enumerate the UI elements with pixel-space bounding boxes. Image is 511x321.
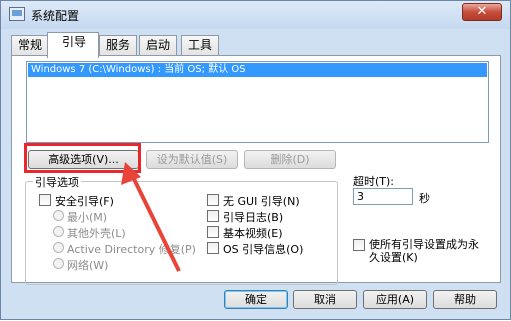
delete-button[interactable]: 删除(D) [244, 150, 336, 169]
tab-tools[interactable]: 工具 [181, 35, 220, 56]
no-gui-boot-label: 无 GUI 引导(N) [223, 195, 300, 208]
system-config-window: 系统配置 ✕ 常规 引导 服务 启动 工具 Windows 7 (C:\Wind… [0, 0, 511, 320]
safe-boot-checkbox[interactable] [39, 194, 51, 206]
make-permanent-checkbox[interactable] [353, 239, 365, 251]
network-radio[interactable] [53, 258, 64, 269]
set-default-button[interactable]: 设为默认值(S) [146, 150, 238, 169]
tab-general[interactable]: 常规 [11, 35, 50, 56]
boot-options-group-label: 引导选项 [33, 174, 81, 190]
os-list-item[interactable]: Windows 7 (C:\Windows) : 当前 OS; 默认 OS [28, 63, 487, 77]
os-boot-info-label: OS 引导信息(O) [223, 243, 304, 256]
base-video-checkbox[interactable] [207, 226, 219, 238]
boot-log-checkbox[interactable] [207, 210, 219, 222]
os-list[interactable]: Windows 7 (C:\Windows) : 当前 OS; 默认 OS [26, 61, 489, 143]
base-video-label: 基本视频(E) [223, 227, 283, 240]
network-label: 网络(W) [67, 259, 109, 272]
make-permanent-label: 使所有引导设置成为永久设置(K) [369, 238, 479, 264]
tab-startup[interactable]: 启动 [139, 35, 178, 56]
apply-button[interactable]: 应用(A) [363, 290, 427, 309]
ok-button[interactable]: 确定 [224, 290, 288, 309]
highlight-box [24, 143, 141, 173]
os-boot-info-checkbox[interactable] [207, 242, 219, 254]
tab-boot[interactable]: 引导 [47, 32, 99, 58]
app-icon [9, 7, 25, 21]
timeout-label: 超时(T): [353, 175, 395, 188]
active-directory-repair-radio[interactable] [53, 242, 64, 253]
timeout-input[interactable]: 3 [353, 188, 413, 205]
timeout-unit: 秒 [419, 192, 430, 205]
safe-boot-label: 安全引导(F) [55, 195, 114, 208]
minimal-radio[interactable] [53, 210, 64, 221]
alternate-shell-label: 其他外壳(L) [67, 227, 126, 240]
minimal-label: 最小(M) [67, 211, 108, 224]
cancel-button[interactable]: 取消 [293, 290, 357, 309]
active-directory-repair-label: Active Directory 修复(P) [67, 243, 196, 256]
title-bar[interactable]: 系统配置 ✕ [1, 1, 510, 29]
boot-log-label: 引导日志(B) [223, 211, 284, 224]
window-title: 系统配置 [31, 9, 80, 23]
no-gui-boot-checkbox[interactable] [207, 194, 219, 206]
help-button[interactable]: 帮助 [433, 290, 497, 309]
close-button[interactable]: ✕ [462, 3, 502, 21]
tab-services[interactable]: 服务 [99, 35, 138, 56]
alternate-shell-radio[interactable] [53, 226, 64, 237]
